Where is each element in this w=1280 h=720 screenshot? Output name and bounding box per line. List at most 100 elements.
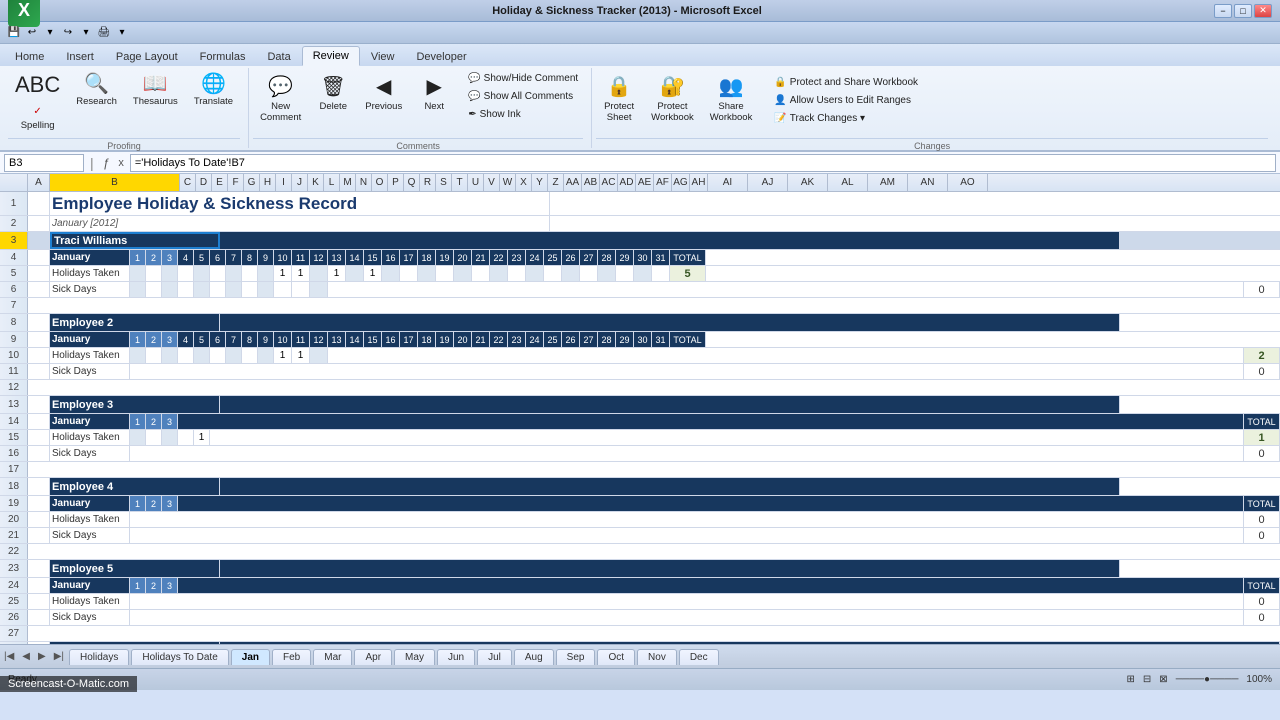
- col-B[interactable]: B: [50, 174, 180, 191]
- a18[interactable]: [28, 478, 50, 495]
- rownum-10[interactable]: 10: [0, 348, 28, 363]
- undo-dropdown[interactable]: ▾: [42, 25, 58, 41]
- day-28-emp1[interactable]: 28: [598, 250, 616, 265]
- cell-A8[interactable]: [28, 314, 50, 331]
- title-bar-controls[interactable]: − □ ✕: [1214, 4, 1272, 18]
- d5e2[interactable]: 5: [194, 332, 210, 347]
- cell-A4[interactable]: [28, 250, 50, 265]
- a24[interactable]: [28, 578, 50, 593]
- show-hide-comment-button[interactable]: 💬 Show/Hide Comment: [463, 70, 583, 87]
- day-31-emp1[interactable]: 31: [652, 250, 670, 265]
- h3-1[interactable]: [130, 430, 146, 445]
- col-AO[interactable]: AO: [948, 174, 988, 191]
- d25e2[interactable]: 25: [544, 332, 562, 347]
- rownum-11[interactable]: 11: [0, 364, 28, 379]
- cell-B1[interactable]: Employee Holiday & Sickness Record: [50, 192, 550, 215]
- day-22-emp1[interactable]: 22: [490, 250, 508, 265]
- col-AE[interactable]: AE: [636, 174, 654, 191]
- ht-1-8[interactable]: [242, 266, 258, 281]
- cell-A5[interactable]: [28, 266, 50, 281]
- track-changes-button[interactable]: 📝 Track Changes ▾: [769, 110, 923, 127]
- col-AC[interactable]: AC: [600, 174, 618, 191]
- tab-review[interactable]: Review: [302, 46, 360, 66]
- redo-button[interactable]: ↪: [60, 25, 76, 41]
- cell-B2[interactable]: January [2012]: [50, 216, 550, 231]
- d1e3[interactable]: 1: [130, 414, 146, 429]
- previous-comment-button[interactable]: ◀ Previous: [358, 70, 409, 136]
- rownum-1[interactable]: 1: [0, 192, 28, 215]
- d19e2[interactable]: 19: [436, 332, 454, 347]
- rest-18[interactable]: [220, 478, 1120, 495]
- ht-1-7[interactable]: [226, 266, 242, 281]
- rownum-19[interactable]: 19: [0, 496, 28, 511]
- day-3-emp2[interactable]: 3: [162, 332, 178, 347]
- col-Y[interactable]: Y: [532, 174, 548, 191]
- col-A[interactable]: A: [28, 174, 50, 191]
- col-X[interactable]: X: [516, 174, 532, 191]
- rownum-2[interactable]: 2: [0, 216, 28, 231]
- a26[interactable]: [28, 610, 50, 625]
- day-6-emp1[interactable]: 6: [210, 250, 226, 265]
- ht-1-6[interactable]: [210, 266, 226, 281]
- day-9-emp1[interactable]: 9: [258, 250, 274, 265]
- d31e2[interactable]: 31: [652, 332, 670, 347]
- ht-1-1[interactable]: [130, 266, 146, 281]
- col-AH[interactable]: AH: [690, 174, 708, 191]
- ht-1-2[interactable]: [146, 266, 162, 281]
- a28[interactable]: [28, 642, 50, 644]
- col-AL[interactable]: AL: [828, 174, 868, 191]
- tab-aug[interactable]: Aug: [514, 649, 554, 665]
- cell-A2[interactable]: [28, 216, 50, 231]
- share-workbook-button[interactable]: 👥 ShareWorkbook: [703, 70, 760, 136]
- emp5-name[interactable]: Employee 5: [50, 560, 220, 577]
- h2-3[interactable]: [162, 348, 178, 363]
- sd-1-10[interactable]: [274, 282, 292, 297]
- cell-B8[interactable]: Employee 2: [50, 314, 220, 331]
- cell-A3[interactable]: [28, 232, 50, 249]
- thesaurus-button[interactable]: 📖 Thesaurus: [126, 70, 185, 136]
- emp4-name[interactable]: Employee 4: [50, 478, 220, 495]
- col-E[interactable]: E: [212, 174, 228, 191]
- col-AI[interactable]: AI: [708, 174, 748, 191]
- total-header-emp1[interactable]: TOTAL: [670, 250, 706, 265]
- d29e2[interactable]: 29: [616, 332, 634, 347]
- tab-view[interactable]: View: [360, 47, 406, 66]
- rownum-6[interactable]: 6: [0, 282, 28, 297]
- day-26-emp1[interactable]: 26: [562, 250, 580, 265]
- cell-A9[interactable]: [28, 332, 50, 347]
- sd-1-1[interactable]: [130, 282, 146, 297]
- col-P[interactable]: P: [388, 174, 404, 191]
- h2-5[interactable]: [194, 348, 210, 363]
- day-15-emp1[interactable]: 15: [364, 250, 382, 265]
- day-rest-9[interactable]: 4: [178, 332, 194, 347]
- h5-rest[interactable]: [130, 594, 1244, 609]
- col-O[interactable]: O: [372, 174, 388, 191]
- h2-1[interactable]: [130, 348, 146, 363]
- rest-19[interactable]: [178, 496, 1244, 511]
- col-Z[interactable]: Z: [548, 174, 564, 191]
- zoom-slider[interactable]: ────●────: [1176, 674, 1239, 685]
- rest-13[interactable]: [220, 396, 1120, 413]
- rownum-5[interactable]: 5: [0, 266, 28, 281]
- rownum-8[interactable]: 8: [0, 314, 28, 331]
- tab-holidays[interactable]: Holidays: [69, 649, 129, 665]
- a14[interactable]: [28, 414, 50, 429]
- day-14-emp1[interactable]: 14: [346, 250, 364, 265]
- tab-sep[interactable]: Sep: [556, 649, 596, 665]
- ht-1-19[interactable]: [436, 266, 454, 281]
- sd-1-9[interactable]: [258, 282, 274, 297]
- save-button[interactable]: 💾: [6, 25, 22, 41]
- day-24-emp1[interactable]: 24: [526, 250, 544, 265]
- h3-3[interactable]: [162, 430, 178, 445]
- col-M[interactable]: M: [340, 174, 356, 191]
- a23[interactable]: [28, 560, 50, 577]
- day-1-emp1[interactable]: 1: [130, 250, 146, 265]
- rownum-22[interactable]: 22: [0, 544, 28, 559]
- col-C[interactable]: C: [180, 174, 196, 191]
- rownum-3[interactable]: 3: [0, 232, 28, 249]
- formula-input[interactable]: [130, 154, 1276, 172]
- tab-jan[interactable]: Jan: [231, 649, 270, 665]
- rownum-28[interactable]: 28: [0, 642, 28, 644]
- col-AK[interactable]: AK: [788, 174, 828, 191]
- cell-A6[interactable]: [28, 282, 50, 297]
